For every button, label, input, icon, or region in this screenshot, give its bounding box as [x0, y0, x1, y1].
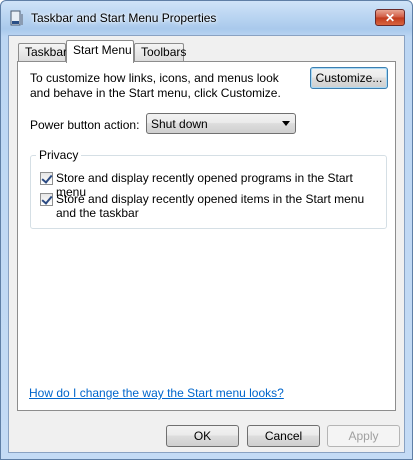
chevron-down-icon: [282, 121, 290, 126]
window-title: Taskbar and Start Menu Properties: [31, 11, 217, 25]
tab-toolbars[interactable]: Toolbars: [134, 43, 186, 61]
privacy-group-label: Privacy: [36, 148, 82, 162]
recent-items-checkbox[interactable]: [40, 193, 53, 206]
power-button-label: Power button action:: [30, 118, 140, 132]
tab-start-menu[interactable]: Start Menu: [66, 40, 134, 63]
privacy-group: Privacy Store and display recently opene…: [30, 148, 387, 229]
taskbar-app-icon: [10, 10, 23, 26]
recent-programs-checkbox[interactable]: [40, 172, 53, 185]
recent-items-label: Store and display recently opened items …: [56, 192, 365, 220]
close-button[interactable]: ✕: [375, 9, 405, 26]
power-button-value: Shut down: [151, 117, 208, 131]
recent-programs-option[interactable]: Store and display recently opened progra…: [40, 171, 380, 199]
title-bar[interactable]: Taskbar and Start Menu Properties ✕: [1, 1, 412, 35]
customize-button[interactable]: Customize...: [310, 67, 388, 89]
recent-items-option[interactable]: Store and display recently opened items …: [40, 192, 380, 221]
start-menu-panel: To customize how links, icons, and menus…: [17, 61, 396, 411]
checkmark-icon: [41, 172, 53, 184]
tab-taskbar[interactable]: Taskbar: [18, 43, 67, 61]
cancel-button[interactable]: Cancel: [247, 425, 320, 447]
ok-button[interactable]: OK: [166, 425, 239, 447]
intro-text: To customize how links, icons, and menus…: [30, 71, 281, 100]
dialog-body: Taskbar Start Menu Toolbars To customize…: [8, 35, 405, 453]
properties-window: Taskbar and Start Menu Properties ✕ Task…: [0, 0, 413, 460]
apply-button[interactable]: Apply: [327, 425, 400, 447]
help-link[interactable]: How do I change the way the Start menu l…: [29, 386, 284, 400]
power-button-select[interactable]: Shut down: [146, 113, 296, 134]
checkmark-icon: [41, 193, 53, 205]
